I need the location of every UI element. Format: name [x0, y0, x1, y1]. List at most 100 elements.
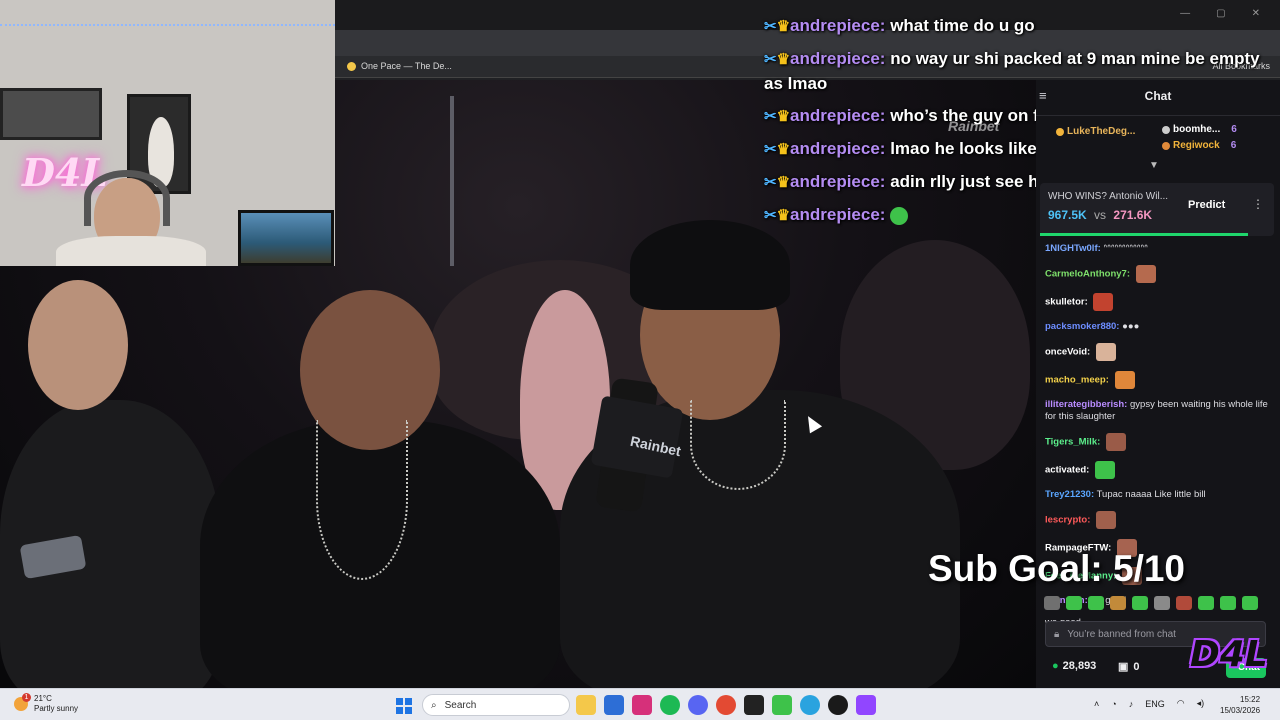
- mic-icon[interactable]: ♪: [1129, 699, 1134, 709]
- chat-message: Trey21230: Tupac naaaa Like little bill: [1045, 489, 1271, 501]
- chat-username[interactable]: macho_meep:: [1045, 375, 1109, 386]
- tray-chevron-icon[interactable]: ˄: [1094, 699, 1099, 709]
- chat-username[interactable]: Trey21230:: [1045, 489, 1094, 500]
- prediction-card[interactable]: WHO WINS? Antonio Wil... 967.5K vs 271.6…: [1040, 183, 1274, 236]
- telegram-icon[interactable]: [800, 695, 820, 715]
- discord-icon[interactable]: [688, 695, 708, 715]
- crown-badge-icon: ♛: [776, 174, 791, 191]
- leader-item[interactable]: Regiwock 6: [1162, 140, 1236, 151]
- points-icon: ●: [1052, 660, 1059, 672]
- wifi-icon[interactable]: ◠: [1177, 698, 1185, 709]
- leader-item[interactable]: LukeTheDeg...: [1056, 126, 1135, 137]
- chat-message: onceVoid:: [1045, 343, 1271, 361]
- twitch-icon[interactable]: [856, 695, 876, 715]
- emote-icon[interactable]: [1066, 596, 1082, 610]
- chat-text: ᐢᐢᐢᐢᐢᐢᐢᐢᐢᐢᐢᐢ: [1103, 243, 1148, 254]
- chat-emote-icon: [1095, 343, 1116, 361]
- overlay-text: what time do u go: [890, 16, 1035, 35]
- sword-badge-icon: ✂: [764, 141, 777, 158]
- expand-chevron-icon[interactable]: ▼: [1149, 160, 1159, 171]
- chat-leaderboard: LukeTheDeg... boomhe... 6 Regiwock 6: [1036, 120, 1280, 156]
- emote-icon[interactable]: [1110, 596, 1126, 610]
- emote-icon[interactable]: [1220, 596, 1236, 610]
- headphones: [84, 170, 170, 226]
- app-icon[interactable]: [744, 695, 764, 715]
- weather-widget[interactable]: 1 21°C Partly sunny: [14, 693, 78, 714]
- chat-message: lescrypto:: [1045, 511, 1271, 529]
- chrome-icon[interactable]: [716, 695, 736, 715]
- gift-counter[interactable]: ▣ 0: [1118, 660, 1140, 674]
- windows-start-icon[interactable]: [396, 698, 412, 714]
- leader-name: boomhe...: [1173, 124, 1221, 135]
- beanie: [630, 220, 790, 310]
- emote-icon[interactable]: [1044, 596, 1060, 610]
- bookmark-one-pace[interactable]: One Pace — The De...: [347, 61, 452, 71]
- chat-text: Tupac naaaa Like little bill: [1096, 489, 1206, 500]
- prediction-question: WHO WINS? Antonio Wil...: [1048, 191, 1169, 202]
- sword-badge-icon: ✂: [764, 108, 777, 125]
- leader-item[interactable]: boomhe... 6: [1162, 124, 1237, 135]
- chat-title: Chat: [1144, 89, 1172, 103]
- windows-taskbar: 1 21°C Partly sunny ⌕ Search ˄ ◔ ♪ ENG ◠…: [0, 688, 1280, 720]
- chat-username[interactable]: illiterategibberish:: [1045, 399, 1127, 410]
- rainbet-watermark: Rainbet: [948, 118, 1000, 134]
- chat-text: ●●●: [1122, 321, 1140, 332]
- webcam-overlay: D4L: [0, 0, 335, 266]
- banned-text: You’re banned from chat: [1067, 628, 1176, 640]
- chat-username[interactable]: lescrypto:: [1045, 515, 1090, 526]
- obs-icon[interactable]: [828, 695, 848, 715]
- chat-username[interactable]: onceVoid:: [1045, 347, 1090, 358]
- prediction-vs: vs: [1094, 208, 1107, 222]
- sword-badge-icon: ✂: [764, 174, 777, 191]
- chat-username[interactable]: activated:: [1045, 465, 1089, 476]
- language-indicator[interactable]: ENG: [1145, 699, 1165, 709]
- overlay-username: andrepiece:: [790, 205, 886, 224]
- chat-username[interactable]: CarmeloAnthony7:: [1045, 269, 1130, 280]
- network-icon[interactable]: ◔: [1111, 699, 1116, 709]
- emote-icon[interactable]: [1088, 596, 1104, 610]
- predict-button[interactable]: Predict: [1188, 199, 1225, 211]
- lock-icon: 🔒︎: [1054, 628, 1060, 640]
- chat-username[interactable]: skulletor:: [1045, 297, 1088, 308]
- leader-name: Regiwock: [1173, 140, 1220, 151]
- clock-time: 15:22: [1240, 695, 1261, 704]
- system-tray: ˄ ◔ ♪ ENG ◠ ◂): [1094, 698, 1204, 709]
- emote-bar: [1044, 596, 1258, 610]
- more-options-icon[interactable]: ⋮: [1252, 197, 1264, 211]
- pepe-emote-icon: [890, 206, 909, 225]
- spotify-icon[interactable]: [660, 695, 680, 715]
- channel-points[interactable]: ● 28,893: [1052, 660, 1096, 672]
- crown-badge-icon: ♛: [776, 108, 791, 125]
- prediction-value-b: 271.6K: [1113, 208, 1153, 222]
- prediction-progress-bar: [1040, 233, 1248, 236]
- crown-badge-icon: ♛: [776, 51, 791, 68]
- taskbar-clock[interactable]: 15:22 15/03/2026: [1220, 694, 1260, 716]
- instagram-icon[interactable]: [632, 695, 652, 715]
- taskbar-search[interactable]: ⌕ Search: [422, 694, 570, 716]
- wall-frame-left: [0, 88, 102, 140]
- chat-username[interactable]: 1NIGHTw0lf:: [1045, 243, 1101, 254]
- streamer-body: [56, 236, 206, 266]
- temperature: 21°C: [34, 694, 52, 703]
- chat-message: activated:: [1045, 461, 1271, 479]
- overlay-username: andrepiece:: [790, 172, 886, 191]
- emote-icon[interactable]: [1176, 596, 1192, 610]
- file-explorer-icon[interactable]: [576, 695, 596, 715]
- bookmark-label: One Pace — The De...: [361, 61, 452, 71]
- chat-message: macho_meep:: [1045, 371, 1271, 389]
- chat-username[interactable]: Tigers_Milk:: [1045, 437, 1100, 448]
- emote-icon[interactable]: [1242, 596, 1258, 610]
- sword-badge-icon: ✂: [764, 18, 777, 35]
- emote-icon[interactable]: [1198, 596, 1214, 610]
- chat-username[interactable]: packsmoker880:: [1045, 321, 1119, 332]
- kick-icon[interactable]: [772, 695, 792, 715]
- necklace-middle: [316, 420, 408, 580]
- emote-icon[interactable]: [1154, 596, 1170, 610]
- emote-icon[interactable]: [1132, 596, 1148, 610]
- search-label: Search: [444, 699, 477, 711]
- sun-icon: 1: [14, 693, 31, 711]
- overlay-username: andrepiece:: [790, 139, 886, 158]
- store-icon[interactable]: [604, 695, 624, 715]
- chat-message: packsmoker880: ●●●: [1045, 321, 1271, 333]
- volume-icon[interactable]: ◂): [1197, 698, 1205, 709]
